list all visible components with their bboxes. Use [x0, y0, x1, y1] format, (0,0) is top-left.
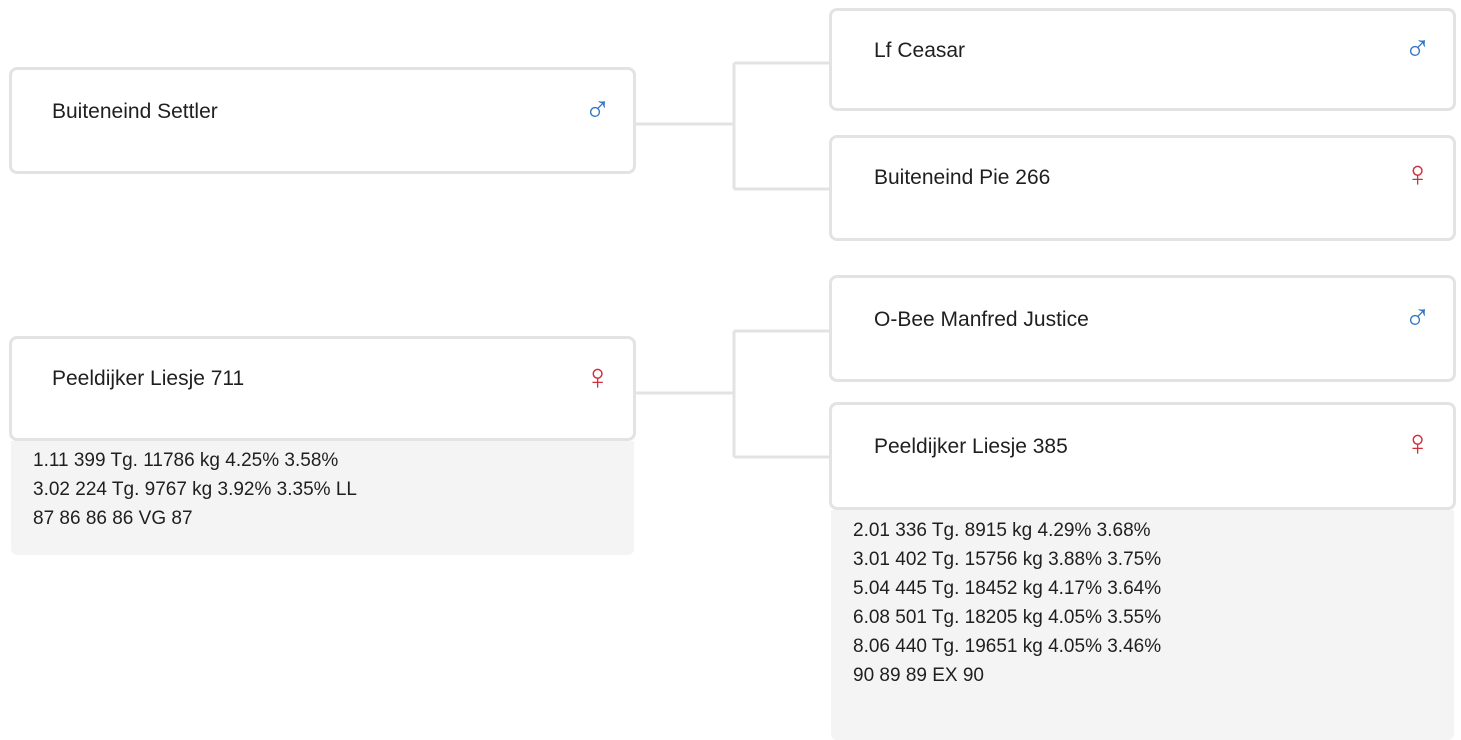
male-symbol-icon: ♂ — [584, 87, 611, 128]
male-symbol-icon: ♂ — [1404, 295, 1431, 336]
classification-score: 87 86 86 86 VG 87 — [33, 508, 193, 529]
dam-card[interactable]: Peeldijker Liesje 711 ♀ — [9, 336, 636, 441]
lactation-record: 6.08 501 Tg. 18205 kg 4.05% 3.55% — [853, 607, 1162, 628]
female-symbol-icon: ♀ — [584, 356, 611, 397]
sire-name: Buiteneind Settler — [52, 100, 218, 123]
dam-name: Peeldijker Liesje 711 — [52, 367, 245, 390]
lactation-record: 8.06 440 Tg. 19651 kg 4.05% 3.46% — [853, 636, 1162, 657]
dam-performance-info: 1.11 399 Tg. 11786 kg 4.25% 3.58% 3.02 2… — [11, 441, 634, 555]
maternal-granddam-name: Peeldijker Liesje 385 — [874, 435, 1068, 458]
sire-card[interactable]: Buiteneind Settler ♂ — [9, 67, 636, 174]
paternal-granddam-name: Buiteneind Pie 266 — [874, 166, 1051, 189]
maternal-granddam-card[interactable]: Peeldijker Liesje 385 ♀ — [829, 402, 1456, 510]
lactation-record: 3.01 402 Tg. 15756 kg 3.88% 3.75% — [853, 549, 1162, 570]
maternal-grandsire-card[interactable]: O-Bee Manfred Justice ♂ — [829, 275, 1456, 382]
maternal-granddam-performance-info: 2.01 336 Tg. 8915 kg 4.29% 3.68% 3.01 40… — [831, 510, 1454, 740]
classification-score: 90 89 89 EX 90 — [853, 665, 984, 686]
female-symbol-icon: ♀ — [1404, 153, 1431, 194]
lactation-record: 1.11 399 Tg. 11786 kg 4.25% 3.58% — [33, 450, 339, 471]
maternal-grandsire-name: O-Bee Manfred Justice — [874, 308, 1089, 331]
lactation-record: 3.02 224 Tg. 9767 kg 3.92% 3.35% LL — [33, 479, 357, 500]
lactation-record: 2.01 336 Tg. 8915 kg 4.29% 3.68% — [853, 520, 1151, 541]
lactation-record: 5.04 445 Tg. 18452 kg 4.17% 3.64% — [853, 578, 1162, 599]
male-symbol-icon: ♂ — [1404, 26, 1431, 67]
paternal-grandsire-card[interactable]: Lf Ceasar ♂ — [829, 8, 1456, 111]
female-symbol-icon: ♀ — [1404, 422, 1431, 463]
paternal-granddam-card[interactable]: Buiteneind Pie 266 ♀ — [829, 135, 1456, 241]
paternal-grandsire-name: Lf Ceasar — [874, 39, 966, 62]
